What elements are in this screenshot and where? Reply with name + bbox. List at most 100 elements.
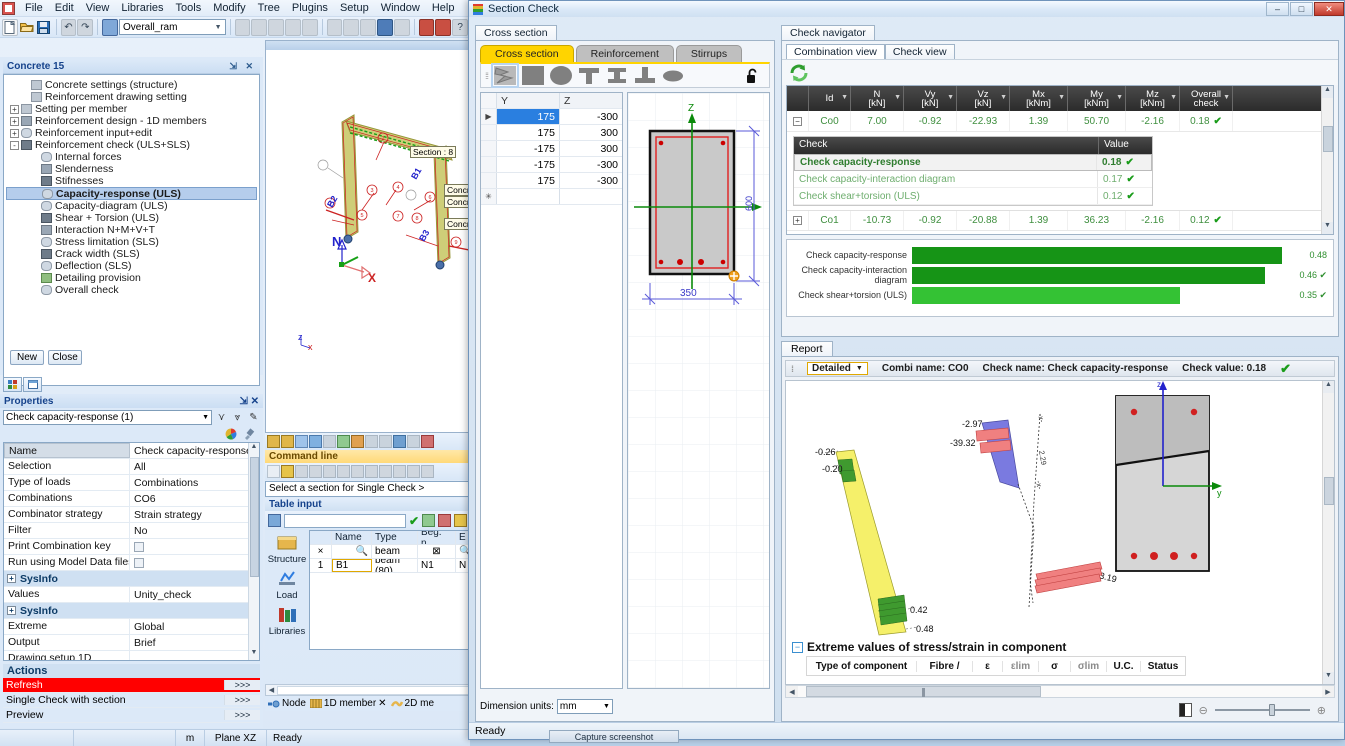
maximize-button[interactable]: □ <box>1290 2 1313 16</box>
refresh-icon[interactable] <box>789 63 809 83</box>
layout-icon[interactable] <box>102 19 118 36</box>
table-row[interactable]: − Co0 7.00 -0.92 -22.93 1.39 50.70 -2.16… <box>787 111 1333 132</box>
cell-type[interactable]: beam (80) <box>372 559 418 572</box>
filter-icon[interactable]: ⋎ <box>215 411 228 424</box>
menu-item-libraries[interactable]: Libraries <box>115 1 169 15</box>
cell-y[interactable]: -175 <box>497 157 560 172</box>
tree-item-stifnesses[interactable]: Stifnesses <box>6 175 257 187</box>
tree-close-button[interactable]: Close <box>48 350 82 365</box>
combination-grid[interactable]: Id▼ N [kN]▼ Vy [kN]▼ Vz [kN]▼ Mx [kNm]▼ … <box>786 85 1334 235</box>
scrollbar-thumb[interactable] <box>806 686 1041 697</box>
snap-icon-7[interactable] <box>379 465 392 478</box>
snap-icon-5[interactable] <box>351 465 364 478</box>
property-row-output[interactable]: OutputBrief▼ <box>4 635 259 651</box>
render-icon[interactable] <box>377 19 393 36</box>
dock-tab-tree[interactable] <box>3 377 22 392</box>
menu-item-edit[interactable]: Edit <box>49 1 80 15</box>
filter-icon[interactable]: ▼ <box>1116 93 1123 102</box>
dock-tab-properties[interactable] <box>23 377 42 392</box>
filter-clear-icon-2[interactable]: ⊠ <box>418 545 456 558</box>
calculate-icon[interactable] <box>419 19 435 36</box>
scroll-left-icon[interactable]: ◀ <box>266 686 277 694</box>
save-icon[interactable] <box>36 19 52 36</box>
table-hscrollbar[interactable]: ◀ <box>265 684 470 696</box>
paint-tool-icon[interactable] <box>351 435 364 448</box>
tab-check-navigator[interactable]: Check navigator <box>781 25 875 40</box>
snap-icon-8[interactable] <box>393 465 406 478</box>
snap-icon-1[interactable] <box>295 465 308 478</box>
rectangle-shape-icon[interactable] <box>522 66 544 85</box>
tab-cross-section[interactable]: Cross section <box>480 45 574 62</box>
table-input-grid[interactable]: Name Type Beg. n... E × 🔍 beam ⊠ 🔍 1 B1 … <box>309 530 470 650</box>
table-settings-icon[interactable] <box>454 514 467 527</box>
copy-tool-icon[interactable] <box>268 19 284 36</box>
properties-selector[interactable]: Check capacity-response (1) ▼ <box>3 410 212 425</box>
grid-scrollbar[interactable]: ▲ ▼ <box>1321 86 1333 234</box>
structure-icon[interactable] <box>276 534 298 552</box>
filter-icon[interactable]: ▼ <box>947 93 954 102</box>
menu-item-modify[interactable]: Modify <box>207 1 251 15</box>
tree-item-capacity-diagram-uls[interactable]: Capacity-diagram (ULS) <box>6 200 257 212</box>
close-icon[interactable]: ✕ <box>378 698 386 709</box>
action-button[interactable]: >>> <box>224 695 260 705</box>
line-tool-icon[interactable] <box>267 435 280 448</box>
tab-1d-member[interactable]: 1D member ✕ <box>310 698 387 709</box>
coordinate-row[interactable]: -175-300 <box>481 157 622 173</box>
filter-type-value[interactable]: beam <box>372 545 418 558</box>
tree-item-internal-forces[interactable]: Internal forces <box>6 151 257 163</box>
cross-section-canvas[interactable]: Z 600 350 <box>628 93 770 689</box>
filter-icon[interactable]: ▼ <box>1223 93 1230 102</box>
property-group-sysinfo[interactable]: +SysInfo <box>4 603 259 619</box>
chart-tool-icon[interactable] <box>309 435 322 448</box>
property-checkbox[interactable] <box>134 542 144 552</box>
filter-icon[interactable]: ▼ <box>1058 93 1065 102</box>
tab-check-view[interactable]: Check view <box>885 44 955 59</box>
select-tool-icon[interactable] <box>235 19 251 36</box>
cell-z[interactable]: 300 <box>560 125 622 140</box>
add-tool-icon[interactable] <box>337 435 350 448</box>
confirm-check-icon[interactable]: ✔ <box>409 514 419 528</box>
scroll-up-icon[interactable]: ▲ <box>1323 381 1334 393</box>
action-preview[interactable]: Preview>>> <box>3 708 260 723</box>
property-row-drawing-setup-1d[interactable]: Drawing setup 1D… <box>4 651 259 661</box>
scroll-up-icon[interactable]: ▲ <box>249 443 259 454</box>
zoom-in-icon[interactable]: ⊕ <box>1317 704 1326 717</box>
detail-level-select[interactable]: Detailed ▼ <box>807 362 868 375</box>
cell-begin-node[interactable]: N1 <box>418 559 456 572</box>
minimize-button[interactable]: – <box>1266 2 1289 16</box>
cell-name[interactable]: B1 <box>332 559 372 572</box>
tree-item-concrete-settings-structure[interactable]: Concrete settings (structure) <box>6 79 257 91</box>
pen-icon[interactable] <box>281 465 294 478</box>
brush-icon[interactable] <box>242 427 255 440</box>
zoom-slider[interactable] <box>1215 709 1310 711</box>
tree-expander[interactable]: + <box>10 117 19 126</box>
coordinate-new-row[interactable]: ✳ <box>481 189 622 205</box>
result-tool-icon[interactable] <box>421 435 434 448</box>
snap-icon-9[interactable] <box>407 465 420 478</box>
libraries-icon[interactable] <box>276 606 298 624</box>
group-expander[interactable]: + <box>7 606 16 615</box>
new-file-icon[interactable] <box>2 19 18 36</box>
menu-item-setup[interactable]: Setup <box>334 1 375 15</box>
align-tool-icon[interactable] <box>323 435 336 448</box>
scroll-left-icon[interactable]: ◀ <box>786 688 798 696</box>
capture-screenshot-button[interactable]: Capture screenshot <box>549 730 679 743</box>
sub-check-row[interactable]: Check capacity-response0.18 ✔ <box>794 154 1152 171</box>
ibeam-shape-icon[interactable] <box>606 66 628 85</box>
scrollbar-thumb[interactable] <box>250 457 259 577</box>
menu-item-tree[interactable]: Tree <box>252 1 286 15</box>
expand-icon[interactable]: + <box>793 216 802 225</box>
properties-grid[interactable]: NameCheck capacity-responseSelectionAll▼… <box>3 442 260 661</box>
delete-row-icon[interactable] <box>438 514 451 527</box>
drag-handle[interactable]: ⁞⁞ <box>485 71 488 81</box>
general-shape-icon[interactable] <box>494 66 516 85</box>
tree-expander[interactable]: - <box>10 141 19 150</box>
group-expander[interactable]: + <box>7 574 16 583</box>
tree-item-shear-torsion-uls[interactable]: Shear + Torsion (ULS) <box>6 212 257 224</box>
tree-item-crack-width-sls[interactable]: Crack width (SLS) <box>6 248 257 260</box>
tab-cross-section-outer[interactable]: Cross section <box>475 25 557 40</box>
hscroll-track[interactable] <box>798 686 1322 697</box>
filter-icon[interactable]: ▼ <box>894 93 901 102</box>
funnel-icon[interactable]: ⩔ <box>231 411 244 424</box>
zoom-slider-knob[interactable] <box>1269 704 1275 716</box>
